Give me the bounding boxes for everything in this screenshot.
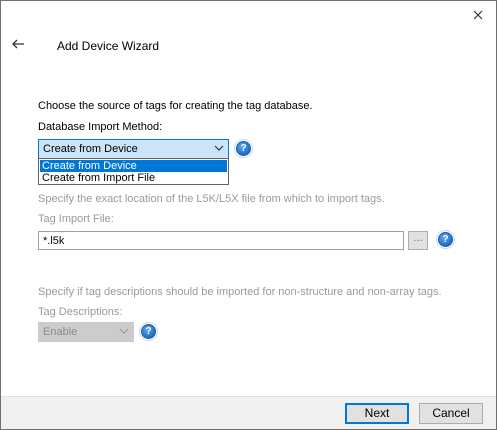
close-icon[interactable]: [470, 7, 486, 23]
wizard-footer: Next Cancel: [1, 396, 496, 429]
tag-import-file-input[interactable]: *.l5k: [38, 231, 404, 250]
tag-import-file-help-icon[interactable]: ?: [436, 230, 455, 249]
browse-button[interactable]: ...: [408, 231, 428, 250]
back-arrow-icon[interactable]: [10, 36, 26, 52]
cancel-button[interactable]: Cancel: [419, 403, 483, 424]
import-method-help-icon[interactable]: ?: [234, 139, 253, 158]
descriptions-prompt-text: Specify if tag descriptions should be im…: [38, 286, 442, 298]
dropdown-option-import-file[interactable]: Create from Import File: [40, 172, 227, 184]
import-method-dropdown: Create from Device Create from Import Fi…: [38, 158, 229, 185]
location-prompt-text: Specify the exact location of the L5K/L5…: [38, 193, 385, 205]
wizard-title: Add Device Wizard: [57, 39, 160, 53]
chevron-down-icon: [214, 145, 224, 151]
import-method-select[interactable]: Create from Device: [38, 139, 229, 159]
tag-descriptions-select[interactable]: Enable: [38, 322, 134, 342]
next-button[interactable]: Next: [345, 403, 409, 424]
tag-import-file-label: Tag Import File:: [38, 213, 114, 225]
source-prompt-text: Choose the source of tags for creating t…: [38, 100, 313, 112]
tag-descriptions-help-icon[interactable]: ?: [139, 322, 158, 341]
import-method-label: Database Import Method:: [38, 121, 163, 133]
tag-import-file-value: *.l5k: [43, 235, 65, 247]
chevron-down-icon: [119, 328, 129, 334]
tag-descriptions-label: Tag Descriptions:: [38, 306, 123, 318]
dropdown-option-device[interactable]: Create from Device: [40, 160, 227, 172]
tag-descriptions-value: Enable: [43, 326, 78, 338]
import-method-value: Create from Device: [43, 143, 138, 155]
add-device-wizard-window: Add Device Wizard Choose the source of t…: [0, 0, 497, 430]
